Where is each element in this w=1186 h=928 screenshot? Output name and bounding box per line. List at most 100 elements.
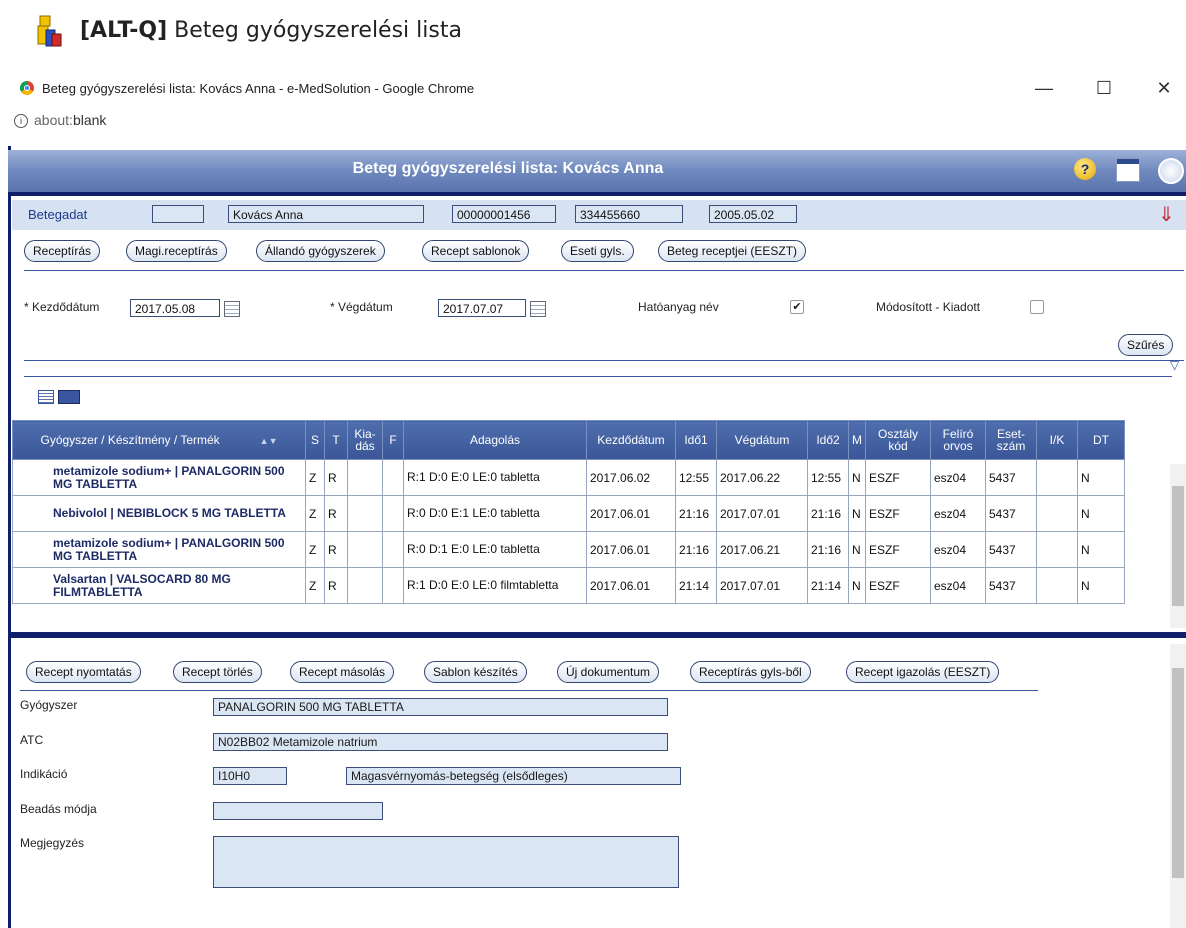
table-cell: N (848, 531, 866, 568)
info-icon[interactable]: i (14, 114, 28, 128)
note-textarea[interactable] (213, 836, 679, 888)
beteg-receptjei-button[interactable]: Beteg receptjei (EESZT) (658, 240, 807, 262)
table-cell: ESZF (865, 531, 931, 568)
patient-id-field: 00000001456 (452, 205, 556, 223)
col-header-ido1[interactable]: Idő1 (675, 420, 717, 460)
recept-nyomtatas-button[interactable]: Recept nyomtatás (26, 661, 141, 683)
patient-label: Betegadat (28, 207, 88, 222)
col-header-drug[interactable]: Gyógyszer / Készítmény / Termék ▲▼ (12, 420, 306, 460)
substance-name-label: Hatóanyag név (638, 300, 719, 314)
col-header-dt[interactable]: DT (1077, 420, 1125, 460)
route-field[interactable] (213, 802, 383, 820)
minimize-button[interactable]: — (1030, 76, 1058, 100)
chrome-logo-icon (20, 81, 34, 95)
modified-issued-checkbox[interactable] (1030, 300, 1044, 314)
list-view-icon[interactable] (38, 390, 54, 404)
atc-label: ATC (20, 733, 44, 747)
magi-receptiras-button[interactable]: Magi.receptírás (126, 240, 227, 262)
table-cell: 2017.06.01 (586, 567, 676, 604)
table-cell: esz04 (930, 567, 986, 604)
end-date-input[interactable]: 2017.07.07 (438, 299, 526, 317)
close-button[interactable]: ✕ (1150, 76, 1178, 100)
eseti-gyls-button[interactable]: Eseti gyls. (561, 240, 634, 262)
atc-field: N02BB02 Metamizole natrium (213, 733, 668, 751)
calendar-icon[interactable] (530, 301, 546, 317)
col-header-ik[interactable]: I/K (1036, 420, 1078, 460)
table-row[interactable]: Nebivolol | NEBIBLOCK 5 MG TABLETTA Z R R:0… (12, 495, 1125, 532)
address-bar[interactable]: i about:blank (14, 112, 106, 128)
filter-button[interactable]: Szűrés (1118, 334, 1174, 356)
separator (20, 690, 1038, 691)
collapse-filter-icon[interactable]: ▽ (1170, 358, 1179, 372)
table-cell: metamizole sodium+ | PANALGORIN 500 MG T… (12, 531, 306, 568)
col-header-kezdodatum[interactable]: Kezdődátum (586, 420, 676, 460)
receptiras-gyls-bol-button[interactable]: Receptírás gyls-ből (690, 661, 811, 683)
table-cell: 21:16 (675, 495, 717, 532)
col-header-t[interactable]: T (324, 420, 348, 460)
grid-view-icon[interactable] (58, 390, 80, 404)
table-cell: N (848, 495, 866, 532)
table-cell: 21:16 (807, 495, 849, 532)
table-cell: 5437 (985, 567, 1037, 604)
table-cell (382, 495, 404, 532)
table-row[interactable]: metamizole sodium+ | PANALGORIN 500 MG T… (12, 459, 1125, 496)
patient-field-blank (152, 205, 204, 223)
table-cell (1036, 459, 1078, 496)
col-header-s[interactable]: S (305, 420, 325, 460)
table-cell: ESZF (865, 567, 931, 604)
table-cell: ESZF (865, 495, 931, 532)
col-header-osztaly-kod[interactable]: Osztály kód (865, 420, 931, 460)
window-title: Beteg gyógyszerelési lista: Kovács Anna (352, 160, 664, 177)
table-cell: R:0 D:0 E:1 LE:0 tabletta (403, 495, 587, 532)
collapse-arrow-icon[interactable]: ⇓ (1158, 202, 1175, 227)
table-cell: Z (305, 567, 325, 604)
clock-icon[interactable] (1158, 158, 1184, 184)
table-cell: R:1 D:0 E:0 LE:0 filmtabletta (403, 567, 587, 604)
table-cell: N (1077, 495, 1125, 532)
allando-gyogyszerek-button[interactable]: Állandó gyógyszerek (256, 240, 385, 262)
substance-name-checkbox[interactable]: ✔ (790, 300, 804, 314)
col-header-m[interactable]: M (848, 420, 866, 460)
table-cell: 5437 (985, 531, 1037, 568)
table-cell: R (324, 495, 348, 532)
end-date-label: * Végdátum (330, 300, 393, 314)
col-header-esetszam[interactable]: Eset- szám (985, 420, 1037, 460)
table-cell: N (1077, 459, 1125, 496)
recept-torles-button[interactable]: Recept törlés (173, 661, 262, 683)
table-row[interactable]: Valsartan | VALSOCARD 80 MG FILMTABLETTA… (12, 567, 1125, 604)
col-header-feliro-orvos[interactable]: Felíró orvos (930, 420, 986, 460)
recept-masolas-button[interactable]: Recept másolás (290, 661, 395, 683)
patient-bar: Betegadat Kovács Anna 00000001456 334455… (12, 200, 1186, 230)
table-cell (382, 531, 404, 568)
col-header-kiadas[interactable]: Kia- dás (347, 420, 383, 460)
table-cell: 2017.06.01 (586, 495, 676, 532)
table-cell: N (1077, 567, 1125, 604)
separator (24, 360, 1184, 361)
sablon-keszites-button[interactable]: Sablon készítés (424, 661, 527, 683)
window-icon[interactable] (1116, 158, 1140, 182)
recept-igazolas-button[interactable]: Recept igazolás (EESZT) (846, 661, 1000, 683)
table-row[interactable]: metamizole sodium+ | PANALGORIN 500 MG T… (12, 531, 1125, 568)
col-header-f[interactable]: F (382, 420, 404, 460)
help-icon[interactable]: ? (1074, 158, 1096, 180)
table-cell: Valsartan | VALSOCARD 80 MG FILMTABLETTA (12, 567, 306, 604)
table-cell (1036, 567, 1078, 604)
start-date-input[interactable]: 2017.05.08 (130, 299, 220, 317)
table-cell: ESZF (865, 459, 931, 496)
calendar-icon[interactable] (224, 301, 240, 317)
table-cell: 21:14 (807, 567, 849, 604)
panel-divider[interactable] (8, 632, 1186, 638)
indication-text-field: Magasvérnyomás-betegség (elsődleges) (346, 767, 681, 785)
uj-dokumentum-button[interactable]: Új dokumentum (557, 661, 660, 683)
col-header-vegdatum[interactable]: Végdátum (716, 420, 808, 460)
details-scrollbar-thumb[interactable] (1172, 668, 1184, 878)
col-header-adagolas[interactable]: Adagolás (403, 420, 587, 460)
table-cell: 2017.06.22 (716, 459, 808, 496)
table-cell: 2017.07.01 (716, 495, 808, 532)
table-scrollbar-thumb[interactable] (1172, 486, 1184, 606)
maximize-button[interactable]: ☐ (1090, 76, 1118, 100)
table-cell: 2017.07.01 (716, 567, 808, 604)
receptiras-button[interactable]: Receptírás (24, 240, 101, 262)
col-header-ido2[interactable]: Idő2 (807, 420, 849, 460)
recept-sablonok-button[interactable]: Recept sablonok (422, 240, 530, 262)
